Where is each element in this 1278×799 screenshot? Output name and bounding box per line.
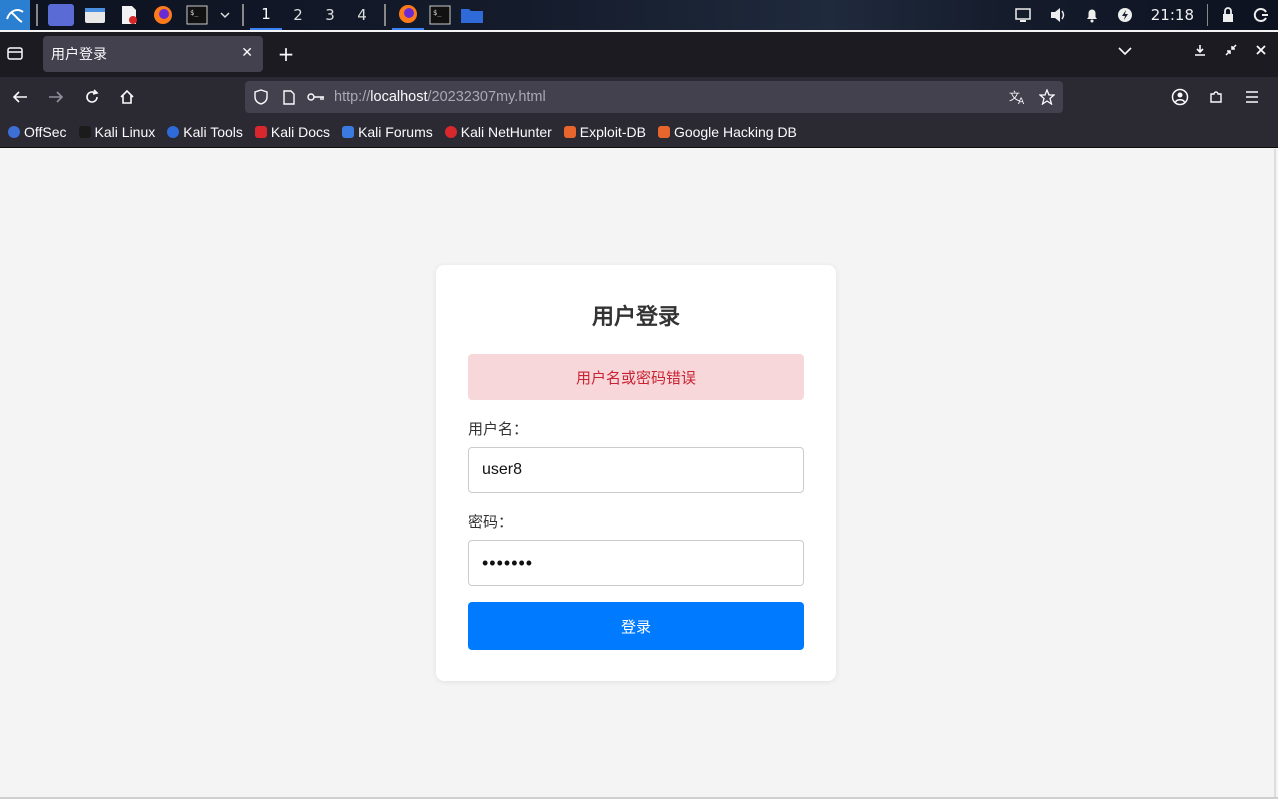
list-all-tabs-icon[interactable] [1118,44,1132,60]
bookmark-label: Kali Tools [183,124,243,140]
bookmark-label: Kali Docs [270,124,331,140]
kali-tools-favicon-icon [167,126,180,138]
workspace-2[interactable]: 2 [282,0,314,30]
ghdb-favicon-icon [657,126,670,138]
bookmark-star-icon[interactable] [1038,88,1056,106]
panel-separator [384,4,386,26]
kali-nethunter-favicon-icon [444,126,457,138]
notification-bell-icon[interactable] [1085,7,1099,23]
tracking-protection-shield-icon[interactable] [252,88,270,106]
taskbar-folder-window[interactable] [456,0,488,30]
bookmark-kali-forums[interactable]: Kali Forums [342,124,433,140]
account-icon[interactable] [1170,87,1190,107]
url-text[interactable]: http://localhost/20232307my.html [334,89,546,105]
bookmark-label: Kali Forums [358,124,433,140]
tab-active[interactable]: 用户登录 ✕ [43,36,263,72]
desktop-panel: $_ 1 2 3 4 $_ 21:18 [0,0,1278,30]
kali-menu-icon[interactable] [0,0,30,30]
terminal-launcher-icon[interactable]: $_ [184,4,210,26]
panel-separator [242,4,244,26]
volume-icon[interactable] [1049,7,1067,23]
username-input[interactable] [468,447,804,493]
minimize-window-icon[interactable] [1194,44,1206,60]
svg-text:$_: $_ [190,9,199,17]
navigation-toolbar: http://localhost/20232307my.html 文A [0,77,1278,117]
bookmark-kali-nethunter[interactable]: Kali NetHunter [444,124,552,140]
url-path: /20232307my.html [427,89,546,105]
page-info-icon[interactable] [280,88,298,106]
svg-text:A: A [1018,97,1025,105]
bookmark-label: Exploit-DB [579,124,646,140]
login-button[interactable]: 登录 [468,602,804,650]
taskbar-firefox-window[interactable] [392,0,424,30]
username-label: 用户名： [468,420,529,438]
kali-forums-favicon-icon [342,126,355,138]
show-desktop-icon[interactable] [48,4,74,26]
bookmarks-toolbar: OffSec Kali Linux Kali Tools Kali Docs K… [0,117,1278,148]
kali-linux-favicon-icon [78,126,91,138]
taskbar-terminal-window[interactable]: $_ [424,0,456,30]
lock-screen-icon[interactable] [1221,7,1235,23]
close-tab-icon[interactable]: ✕ [241,45,253,61]
workspace-3[interactable]: 3 [314,0,346,30]
new-tab-button[interactable]: + [274,42,298,66]
bookmark-kali-docs[interactable]: Kali Docs [254,124,331,140]
clock[interactable]: 21:18 [1151,6,1194,24]
login-title: 用户登录 [591,305,680,330]
password-input[interactable] [468,540,804,586]
display-icon[interactable] [1015,8,1031,22]
login-card: 用户登录 用户名或密码错误 用户名： 密码： 登录 [436,265,836,681]
bookmark-label: Kali Linux [94,124,156,140]
logout-icon[interactable] [1253,7,1269,23]
firefox-view-icon[interactable] [6,44,26,64]
back-arrow-icon[interactable] [10,87,30,107]
kali-docs-favicon-icon [254,126,267,138]
bookmark-kali-linux[interactable]: Kali Linux [78,124,156,140]
bookmark-offsec[interactable]: OffSec [8,124,67,140]
password-label: 密码： [468,513,514,531]
url-scheme: http:// [334,89,371,105]
key-permissions-icon[interactable] [307,88,325,106]
forward-arrow-icon[interactable] [46,87,66,107]
svg-text:$_: $_ [433,9,442,17]
exploit-db-favicon-icon [563,126,576,138]
tab-strip: 用户登录 ✕ + [0,32,1278,77]
home-icon[interactable] [117,87,137,107]
bookmark-label: OffSec [24,124,67,140]
workspace-1[interactable]: 1 [250,0,282,30]
reload-icon[interactable] [82,87,102,107]
panel-separator [36,4,38,26]
restore-window-icon[interactable] [1225,44,1237,60]
bookmark-kali-tools[interactable]: Kali Tools [167,124,243,140]
offsec-favicon-icon [8,126,20,138]
text-editor-icon[interactable] [116,4,142,26]
menu-hamburger-icon[interactable] [1242,87,1262,107]
bookmark-label: Google Hacking DB [673,124,797,140]
close-window-icon[interactable] [1255,44,1267,60]
url-bar[interactable]: http://localhost/20232307my.html 文A [245,81,1063,113]
url-host: localhost [370,89,428,105]
tab-title: 用户登录 [51,47,107,63]
firefox-launcher-icon[interactable] [150,4,176,26]
workspace-4[interactable]: 4 [346,0,378,30]
file-manager-icon[interactable] [82,4,108,26]
translate-icon[interactable]: 文A [1009,88,1027,106]
bookmark-exploit-db[interactable]: Exploit-DB [563,124,646,140]
error-alert: 用户名或密码错误 [468,354,804,400]
extensions-icon[interactable] [1206,87,1226,107]
launcher-dropdown-icon[interactable] [218,4,232,26]
bookmark-google-hacking-db[interactable]: Google Hacking DB [657,124,797,140]
power-manager-icon[interactable] [1117,7,1133,23]
bookmark-label: Kali NetHunter [460,124,552,140]
page-viewport: 用户登录 用户名或密码错误 用户名： 密码： 登录 [0,149,1276,797]
panel-separator [1207,4,1208,26]
